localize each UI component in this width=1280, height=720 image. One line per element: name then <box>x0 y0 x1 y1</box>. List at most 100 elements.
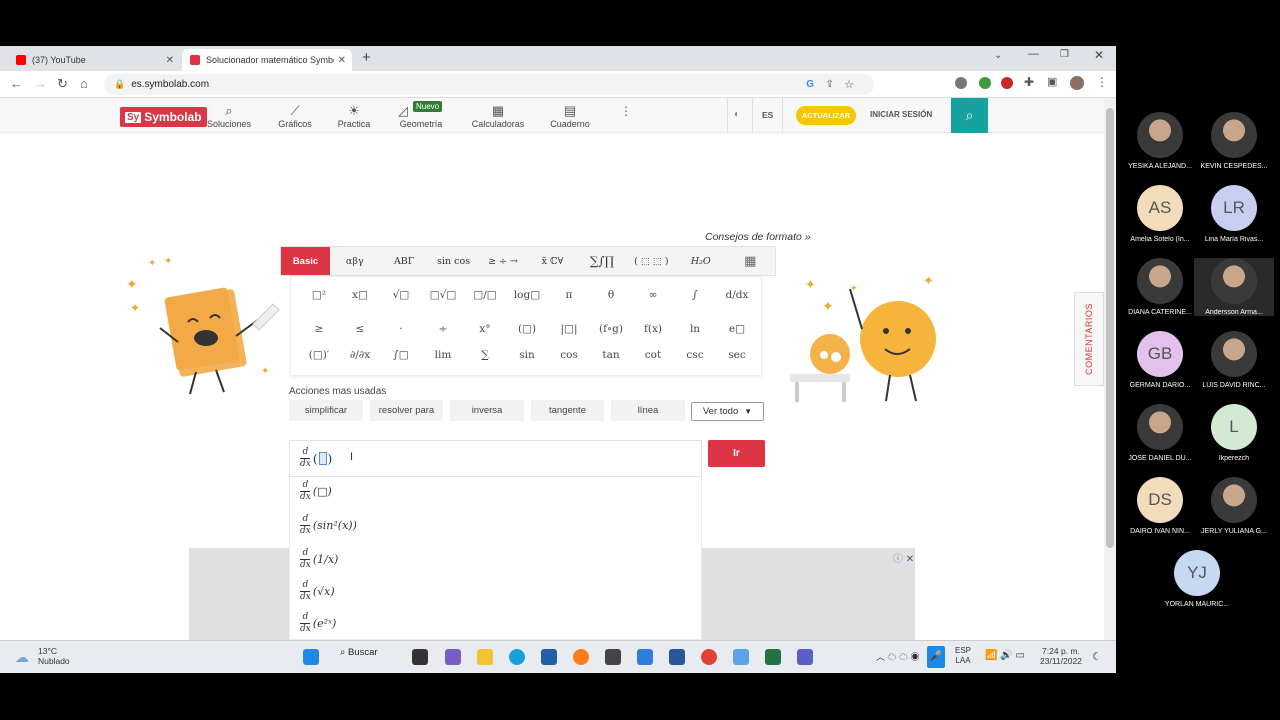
key[interactable]: ∑ <box>465 349 505 361</box>
action-tangente[interactable]: tangente <box>531 400 604 421</box>
key[interactable]: θ <box>591 289 631 301</box>
kbd-tab-greek-upper[interactable]: ΑΒΓ <box>379 247 428 275</box>
edge-icon[interactable] <box>509 649 525 665</box>
extension-icon[interactable] <box>1001 77 1013 89</box>
key[interactable]: ≤ <box>340 323 380 335</box>
nav-soluciones[interactable]: ⌕ Soluciones <box>206 104 252 129</box>
amazon-icon[interactable] <box>605 649 621 665</box>
participant-tile[interactable]: KEVIN CESPEDES... <box>1194 112 1274 170</box>
puzzle-icon[interactable]: ✚ <box>1024 75 1034 89</box>
taskbar-search[interactable]: ⌕ Buscar <box>340 647 378 658</box>
tray-icons[interactable]: ︿ ☁ ☁ ◉ <box>876 650 920 663</box>
sidepanel-icon[interactable]: ▣ <box>1047 75 1057 88</box>
participant-tile[interactable]: LR Lina María Rivas... <box>1194 185 1274 243</box>
tab-symbolab[interactable]: Solucionador matemático Symbo ✕ <box>182 49 352 71</box>
restore-icon[interactable]: ❐ <box>1060 49 1069 60</box>
nav-practica[interactable]: ☀ Practica <box>336 104 372 129</box>
key[interactable]: □/□ <box>465 289 505 301</box>
explorer-icon[interactable] <box>477 649 493 665</box>
notifications-icon[interactable]: ☾ <box>1092 650 1102 663</box>
back-icon[interactable]: ← <box>10 76 23 91</box>
menu-icon[interactable]: ⋮ <box>1096 75 1108 89</box>
clock[interactable]: 7:24 p. m. 23/11/2022 <box>1040 646 1082 666</box>
kbd-tab-calculator[interactable]: ▦ <box>726 247 775 275</box>
reload-icon[interactable]: ↻ <box>57 76 68 92</box>
chat-icon[interactable] <box>445 649 461 665</box>
suggestion-item[interactable]: d dx (√x) <box>300 581 335 602</box>
key[interactable]: e□ <box>717 323 757 335</box>
key[interactable]: f(x) <box>633 323 673 335</box>
kbd-tab-chemistry[interactable]: H₂O <box>676 247 725 275</box>
ver-todo-dropdown[interactable]: Ver todo ▼ <box>691 402 764 421</box>
taskview-icon[interactable] <box>412 649 428 665</box>
profile-avatar[interactable] <box>1070 76 1084 90</box>
network-volume-icons[interactable]: 📶 🔊 ▭ <box>985 650 1025 661</box>
scrollbar-thumb[interactable] <box>1106 108 1114 548</box>
participant-tile[interactable]: YJ YORLAN MAURIC... <box>1157 550 1237 608</box>
kbd-tab-basic[interactable]: Basic <box>281 247 330 275</box>
format-tips-link[interactable]: Consejos de formato » <box>705 231 811 243</box>
kbd-tab-matrix[interactable]: ( ⬚ ⬚ ) <box>627 247 676 275</box>
key[interactable]: (□)′ <box>299 349 339 361</box>
excel-icon[interactable] <box>765 649 781 665</box>
key[interactable]: |□| <box>549 323 589 335</box>
key[interactable]: x□ <box>340 289 380 301</box>
action-inversa[interactable]: inversa <box>450 400 524 421</box>
key[interactable]: ∫□ <box>381 349 421 361</box>
dropbox-icon[interactable] <box>637 649 653 665</box>
action-resolver-para[interactable]: resolver para <box>370 400 443 421</box>
store-icon[interactable] <box>541 649 557 665</box>
tab-youtube[interactable]: (37) YouTube ✕ <box>8 49 180 71</box>
home-icon[interactable]: ⌂ <box>80 76 88 91</box>
start-icon[interactable] <box>303 649 319 665</box>
nav-graficos[interactable]: ⟋ Gráficos <box>276 104 314 129</box>
new-tab-button[interactable]: + <box>362 49 371 66</box>
firefox-icon[interactable] <box>573 649 589 665</box>
star-icon[interactable]: ☆ <box>844 78 854 91</box>
participant-tile[interactable]: GB GERMAN DARIO... <box>1120 331 1200 389</box>
extension-icon[interactable] <box>979 77 991 89</box>
key[interactable]: ≥ <box>299 323 339 335</box>
key[interactable]: csc <box>675 349 715 361</box>
close-icon[interactable]: ✕ <box>906 554 914 565</box>
participant-tile[interactable]: YESIKA ALEJAND... <box>1120 112 1200 170</box>
language-indicator[interactable]: ESP LAA <box>955 646 971 666</box>
suggestion-item[interactable]: d dx (sin²(x)) <box>300 515 357 536</box>
kbd-tab-greek[interactable]: αβγ <box>330 247 379 275</box>
page-scrollbar[interactable] <box>1104 98 1116 640</box>
weather-widget[interactable]: 13°C Nublado <box>15 646 70 666</box>
action-linea[interactable]: línea <box>611 400 685 421</box>
word-icon[interactable] <box>669 649 685 665</box>
forward-icon[interactable]: → <box>34 76 47 91</box>
symbolab-logo[interactable]: Sy Symbolab <box>120 107 207 127</box>
upgrade-button[interactable]: ACTUALIZAR <box>796 106 856 125</box>
key[interactable]: □√□ <box>423 289 463 301</box>
participant-tile[interactable]: LUIS DAVID RINC... <box>1194 331 1274 389</box>
key[interactable]: √□ <box>381 289 421 301</box>
share-icon[interactable]: ⇪ <box>826 79 834 90</box>
kbd-tab-trig[interactable]: sin cos <box>429 247 478 275</box>
chrome-icon[interactable] <box>701 649 717 665</box>
key[interactable]: lim <box>423 349 463 361</box>
key[interactable]: cos <box>549 349 589 361</box>
participant-tile[interactable]: DS DAIRO IVAN NIN... <box>1120 477 1200 535</box>
key[interactable]: □² <box>299 289 339 301</box>
key[interactable]: ÷ <box>423 323 463 335</box>
participant-tile[interactable]: DIANA CATERINE... <box>1120 258 1200 316</box>
participant-tile[interactable]: JOSE DANIEL DU... <box>1120 404 1200 462</box>
close-icon[interactable]: ✕ <box>166 55 174 66</box>
action-simplificar[interactable]: simplificar <box>289 400 363 421</box>
contrast-icon[interactable]: ◐ <box>734 109 740 120</box>
key[interactable]: ∂/∂x <box>340 349 380 361</box>
participant-tile[interactable]: AS Amelia Sotelo (In... <box>1120 185 1200 243</box>
suggestion-item[interactable]: d dx (1/x) <box>300 549 338 570</box>
tab-search-icon[interactable]: ⌄ <box>994 50 1002 61</box>
suggestion-item[interactable]: d dx (□) <box>300 481 332 502</box>
nav-calculadoras[interactable]: ▦ Calculadoras <box>471 104 525 129</box>
close-window-icon[interactable]: ✕ <box>1094 48 1104 62</box>
key[interactable]: d/dx <box>717 289 757 301</box>
kbd-tab-sets[interactable]: x̄ ℂ∀ <box>528 247 577 275</box>
language-selector[interactable]: ES <box>762 110 773 120</box>
math-input[interactable]: d dx () I <box>289 440 702 477</box>
site-search-button[interactable]: ⌕ <box>951 98 988 133</box>
